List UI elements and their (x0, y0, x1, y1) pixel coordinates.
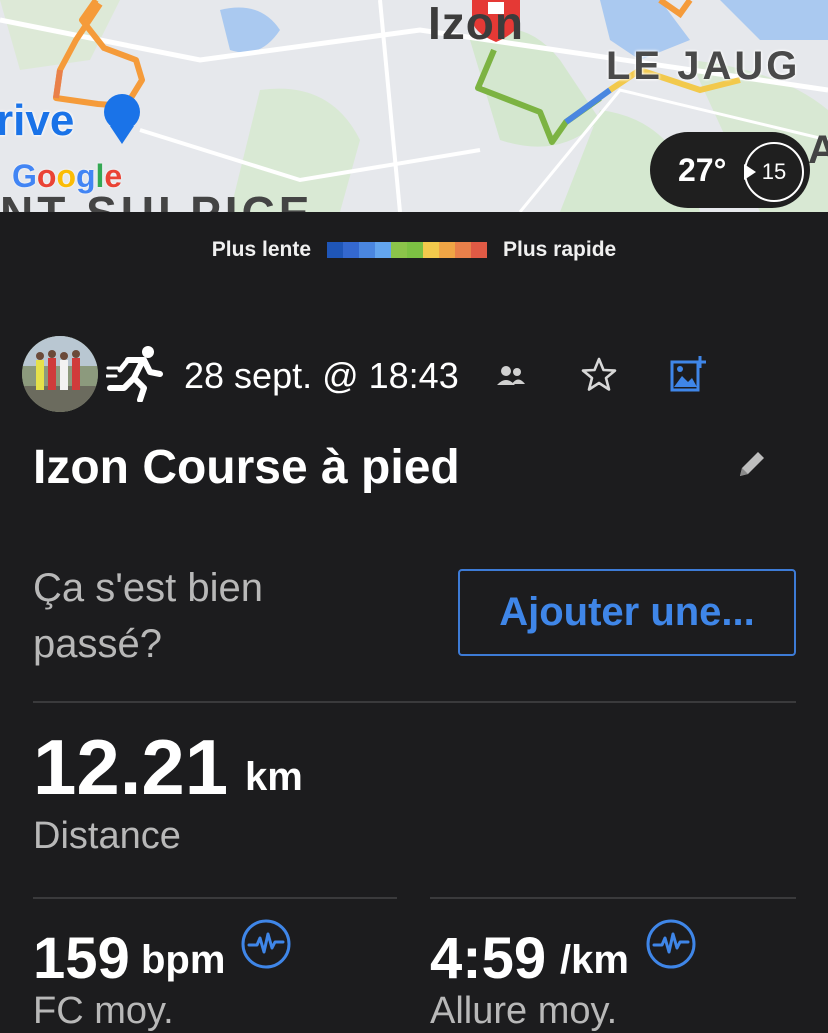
running-figure-icon (106, 346, 163, 402)
google-letter: o (56, 158, 76, 194)
map-label-drive: rive (0, 96, 75, 145)
legend-color-scale (327, 242, 487, 258)
legend-swatch (359, 242, 375, 258)
route-map[interactable]: Izon LE JAUG rive NT-SULPICE A Google 27… (0, 0, 828, 212)
feel-question: Ça s'est bien passé? (33, 566, 263, 666)
legend-swatch (439, 242, 455, 258)
divider (430, 897, 796, 899)
legend-swatch (327, 242, 343, 258)
distance-label: Distance (33, 815, 181, 857)
heart-rate-label: FC moy. (33, 990, 174, 1032)
distance-unit: km (245, 755, 303, 799)
legend-swatch (423, 242, 439, 258)
pace-label: Allure moy. (430, 990, 618, 1032)
star-icon[interactable] (580, 356, 618, 394)
legend-fast-label: Plus rapide (503, 238, 617, 261)
people-icon[interactable] (496, 363, 526, 389)
legend-swatch (407, 242, 423, 258)
heart-rate-unit: bpm (141, 938, 226, 982)
avatar[interactable] (22, 336, 98, 412)
google-logo: Google (12, 158, 122, 195)
activity-date: 28 sept. @ 18:43 (184, 355, 459, 396)
divider (33, 701, 796, 703)
avatar-photo (22, 336, 98, 412)
legend-swatch (375, 242, 391, 258)
legend-swatch (471, 242, 487, 258)
clock-icon[interactable]: 15 (744, 142, 804, 202)
clock-arrow-icon (744, 164, 756, 180)
legend-swatch (455, 242, 471, 258)
heart-rate-value: 159 (33, 926, 130, 991)
legend-slow-label: Plus lente (211, 238, 311, 261)
divider (33, 897, 397, 899)
pencil-icon[interactable] (736, 448, 768, 480)
pace-icon[interactable] (645, 918, 697, 970)
add-photo-icon[interactable] (668, 354, 708, 394)
heart-rate-icon[interactable] (240, 918, 292, 970)
google-letter: g (75, 158, 96, 194)
legend-swatch (391, 242, 407, 258)
pace-unit: /km (560, 938, 629, 982)
map-label-izon: Izon (428, 0, 524, 49)
clock-value: 15 (761, 159, 787, 184)
google-letter: G (12, 158, 37, 194)
pace-value: 4:59 (430, 926, 547, 991)
weather-temperature: 27° (678, 151, 727, 188)
activity-title: Izon Course à pied (33, 441, 460, 494)
map-label-le-jaug: LE JAUG (606, 44, 801, 88)
map-label-edge: A (808, 128, 828, 172)
add-note-button[interactable]: Ajouter une... (458, 569, 796, 656)
google-letter: e (104, 158, 123, 194)
legend-swatch (343, 242, 359, 258)
pace-legend: Plus lente Plus rapide (0, 238, 828, 262)
distance-value: 12.21 (33, 723, 229, 811)
google-letter: o (36, 158, 57, 194)
